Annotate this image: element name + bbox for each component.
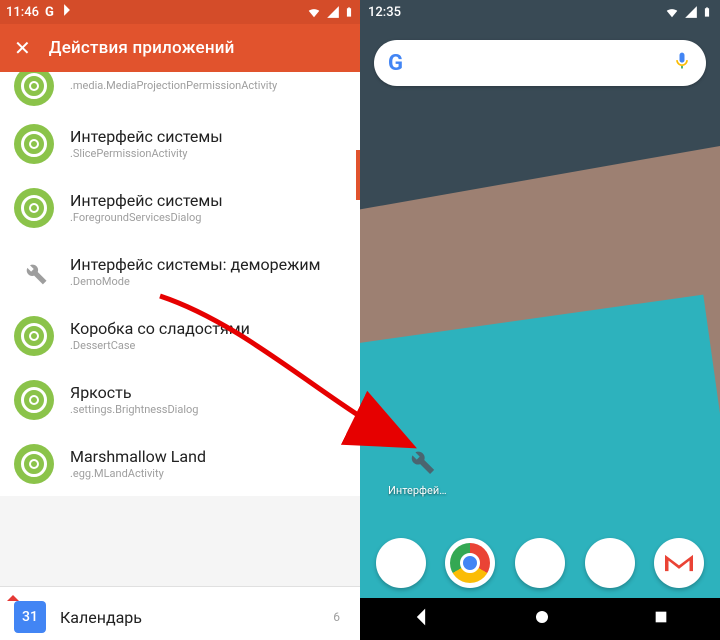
calendar-label: Календарь (60, 608, 319, 627)
signal-icon (326, 5, 340, 19)
play-store-icon[interactable] (376, 538, 426, 588)
status-icons (306, 4, 354, 20)
home-button[interactable] (533, 608, 551, 630)
app-drawer-button[interactable] (515, 538, 565, 588)
item-subtitle: .media.MediaProjectionPermissionActivity (70, 79, 277, 93)
item-title: Marshmallow Land (70, 447, 206, 467)
item-subtitle: .ForegroundServicesDialog (70, 211, 223, 225)
chrome-icon[interactable] (445, 538, 495, 588)
item-title: Интерфейс системы (70, 127, 223, 147)
right-device: 12:35 G Интерфейс... (360, 0, 720, 640)
item-subtitle: .settings.BrightnessDialog (70, 403, 198, 417)
activity-list[interactable]: .media.MediaProjectionPermissionActivity… (0, 72, 360, 586)
status-bar: 11:46 G (0, 0, 360, 24)
item-subtitle: .egg.MLandActivity (70, 467, 206, 481)
item-subtitle: .DemoMode (70, 275, 320, 289)
android-p-icon (14, 444, 54, 484)
calendar-count: 6 (333, 610, 346, 624)
wrench-icon (398, 438, 442, 482)
dock (360, 528, 720, 598)
status-icons (664, 4, 712, 20)
list-item[interactable]: Marshmallow Land .egg.MLandActivity (0, 432, 360, 496)
calendar-icon: 31 (14, 601, 46, 633)
google-icon: G (45, 5, 54, 20)
item-title: Интерфейс системы: деморежим (70, 255, 320, 275)
app-bar: ✕ Действия приложений (0, 24, 360, 72)
signal-icon (684, 5, 698, 19)
list-item[interactable]: Интерфейс системы .SlicePermissionActivi… (0, 112, 360, 176)
android-p-icon (14, 124, 54, 164)
android-p-icon (14, 188, 54, 228)
clock: 11:46 (6, 5, 39, 20)
calendar-section-header[interactable]: 31 Календарь 6 (0, 586, 360, 640)
wifi-icon (306, 5, 322, 19)
home-shortcut[interactable]: Интерфейс... (388, 438, 452, 497)
contacts-icon[interactable] (585, 538, 635, 588)
recents-button[interactable] (653, 609, 669, 629)
wrench-icon (14, 252, 54, 292)
item-subtitle: .DessertCase (70, 339, 250, 353)
notification-icon (60, 3, 74, 21)
list-item[interactable]: Интерфейс системы: деморежим .DemoMode (0, 240, 360, 304)
mic-icon[interactable] (672, 51, 692, 75)
google-search-bar[interactable]: G (374, 40, 706, 86)
list-item[interactable]: .media.MediaProjectionPermissionActivity (0, 72, 360, 112)
list-item[interactable]: Яркость .settings.BrightnessDialog (0, 368, 360, 432)
item-subtitle: .SlicePermissionActivity (70, 147, 223, 161)
app-title: Действия приложений (49, 38, 235, 58)
left-device: 11:46 G ✕ Действия приложений .media.Med… (0, 0, 360, 640)
shortcut-label: Интерфейс... (388, 484, 452, 497)
clock: 12:35 (368, 5, 401, 20)
android-p-icon (14, 72, 54, 106)
status-bar: 12:35 (360, 0, 720, 24)
battery-icon (344, 4, 354, 20)
close-icon[interactable]: ✕ (14, 36, 31, 60)
wifi-icon (664, 5, 680, 19)
battery-icon (702, 4, 712, 20)
android-p-icon (14, 316, 54, 356)
item-title: Яркость (70, 383, 198, 403)
back-button[interactable] (411, 607, 431, 631)
list-item[interactable]: Интерфейс системы .ForegroundServicesDia… (0, 176, 360, 240)
android-p-icon (14, 380, 54, 420)
item-title: Интерфейс системы (70, 191, 223, 211)
google-logo-icon: G (388, 51, 403, 76)
gmail-icon[interactable] (654, 538, 704, 588)
nav-bar (360, 598, 720, 640)
list-item[interactable]: Коробка со сладостями .DessertCase (0, 304, 360, 368)
item-title: Коробка со сладостями (70, 319, 250, 339)
